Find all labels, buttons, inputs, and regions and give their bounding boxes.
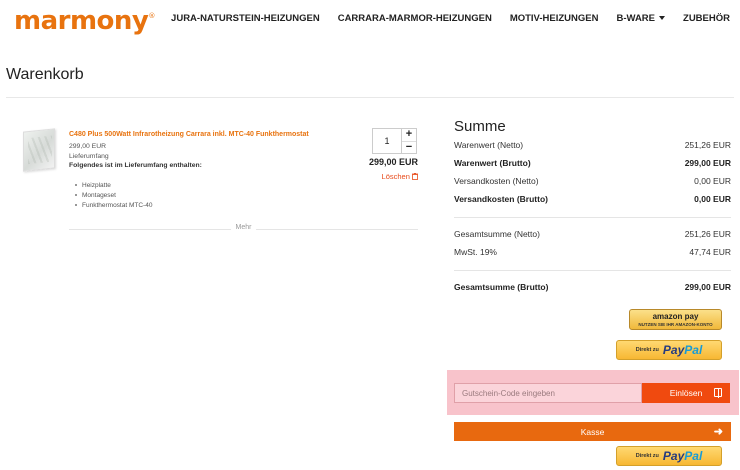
summary-value: 47,74 EUR bbox=[689, 247, 731, 257]
summary-row: MwSt. 19% 47,74 EUR bbox=[454, 247, 731, 257]
summary-label: Gesamtsumme (Brutto) bbox=[454, 282, 549, 292]
line-total: 299,00 EUR bbox=[368, 157, 418, 167]
checkout-label: Kasse bbox=[580, 426, 605, 437]
summary-divider bbox=[454, 217, 731, 218]
nav-carrara[interactable]: CARRARA-MARMOR-HEIZUNGEN bbox=[338, 13, 492, 24]
paypal-direct-label: Direkt zu bbox=[635, 347, 659, 353]
quantity-decrease-button[interactable]: − bbox=[402, 141, 416, 154]
paypal-button-bottom[interactable]: Direkt zu PayPal bbox=[616, 446, 722, 466]
delete-button[interactable]: Löschen bbox=[382, 172, 418, 181]
cart-page: marmony® JURA-NATURSTEIN-HEIZUNGEN CARRA… bbox=[0, 0, 740, 470]
summary-label: Versandkosten (Netto) bbox=[454, 176, 539, 186]
summary-value: 0,00 EUR bbox=[694, 176, 731, 186]
page-title: Warenkorb bbox=[6, 66, 84, 83]
paypal-logo: PayPal bbox=[663, 341, 702, 359]
summary-value: 251,26 EUR bbox=[684, 229, 731, 239]
summary-divider bbox=[454, 270, 731, 271]
paypal-direct-label: Direkt zu bbox=[635, 453, 659, 459]
summary-row: Warenwert (Brutto) 299,00 EUR bbox=[454, 158, 731, 168]
quantity-increase-button[interactable]: + bbox=[402, 129, 416, 142]
summary-title: Summe bbox=[454, 118, 506, 135]
summary-row: Versandkosten (Brutto) 0,00 EUR bbox=[454, 194, 731, 204]
summary-value: 299,00 EUR bbox=[684, 282, 731, 292]
summary-row: Gesamtsumme (Netto) 251,26 EUR bbox=[454, 229, 731, 239]
nav-zubehoer[interactable]: ZUBEHÖR bbox=[683, 13, 730, 24]
gift-icon bbox=[714, 388, 722, 398]
paypal-logo-pay: Pay bbox=[662, 343, 685, 357]
product-included-label: Folgendes ist im Lieferumfang enthalten: bbox=[69, 162, 202, 169]
product-name-link[interactable]: C480 Plus 500Watt Infrarotheizung Carrar… bbox=[69, 131, 329, 138]
main-nav: JURA-NATURSTEIN-HEIZUNGEN CARRARA-MARMOR… bbox=[171, 13, 730, 24]
nav-jura[interactable]: JURA-NATURSTEIN-HEIZUNGEN bbox=[171, 13, 320, 24]
more-link[interactable]: Mehr bbox=[230, 224, 257, 231]
redeem-button[interactable]: Einlösen bbox=[642, 383, 730, 403]
paypal-logo: PayPal bbox=[663, 447, 702, 465]
delete-label[interactable]: Löschen bbox=[382, 172, 410, 181]
included-item: Montageset bbox=[75, 192, 116, 199]
quantity-input[interactable]: 1 bbox=[373, 129, 402, 153]
summary-row: Versandkosten (Netto) 0,00 EUR bbox=[454, 176, 731, 186]
summary-row: Warenwert (Netto) 251,26 EUR bbox=[454, 140, 731, 150]
nav-motiv[interactable]: MOTIV-HEIZUNGEN bbox=[510, 13, 599, 24]
amazon-pay-sub: NUTZEN SIE IHR AMAZON-KONTO bbox=[638, 322, 713, 327]
product-unit-price: 299,00 EUR bbox=[69, 143, 107, 150]
coupon-input[interactable]: Gutschein-Code eingeben bbox=[454, 383, 642, 403]
marmony-logo[interactable]: marmony® bbox=[14, 6, 155, 36]
more-divider: Mehr bbox=[69, 224, 418, 231]
included-item: Heizplatte bbox=[75, 182, 111, 189]
product-scope-label: Lieferumfang bbox=[69, 153, 109, 160]
summary-label: Versandkosten (Brutto) bbox=[454, 194, 548, 204]
nav-b-ware-label[interactable]: B-WARE bbox=[616, 13, 655, 24]
amazon-pay-button[interactable]: amazon pay NUTZEN SIE IHR AMAZON-KONTO bbox=[629, 309, 722, 330]
summary-value: 299,00 EUR bbox=[684, 158, 731, 168]
amazon-pay-label: amazon pay bbox=[652, 312, 699, 321]
logo-registered-mark: ® bbox=[148, 12, 155, 20]
chevron-down-icon bbox=[659, 16, 666, 21]
summary-label: Warenwert (Netto) bbox=[454, 140, 524, 150]
quantity-stepper: 1 + − bbox=[372, 128, 417, 154]
summary-label: MwSt. 19% bbox=[454, 247, 497, 257]
arrow-right-icon: ➜ bbox=[713, 426, 723, 438]
paypal-button[interactable]: Direkt zu PayPal bbox=[616, 340, 722, 360]
included-item: Funkthermostat MTC-40 bbox=[74, 202, 153, 209]
redeem-label: Einlösen bbox=[669, 388, 703, 398]
paypal-logo-pal: Pal bbox=[684, 343, 703, 357]
summary-label: Gesamtsumme (Netto) bbox=[454, 229, 540, 239]
summary-value: 251,26 EUR bbox=[684, 140, 731, 150]
product-image[interactable] bbox=[23, 128, 55, 172]
summary-label: Warenwert (Brutto) bbox=[454, 158, 531, 168]
nav-b-ware[interactable]: B-WARE bbox=[616, 13, 666, 24]
summary-total-row: Gesamtsumme (Brutto) 299,00 EUR bbox=[454, 282, 731, 292]
summary-value: 0,00 EUR bbox=[694, 194, 731, 204]
checkout-button[interactable]: Kasse ➜ bbox=[454, 422, 731, 441]
logo-text[interactable]: marmony bbox=[14, 6, 149, 36]
paypal-logo-pal: Pal bbox=[684, 449, 703, 463]
paypal-logo-pay: Pay bbox=[662, 449, 685, 463]
trash-icon[interactable] bbox=[412, 172, 418, 180]
divider bbox=[6, 97, 734, 98]
